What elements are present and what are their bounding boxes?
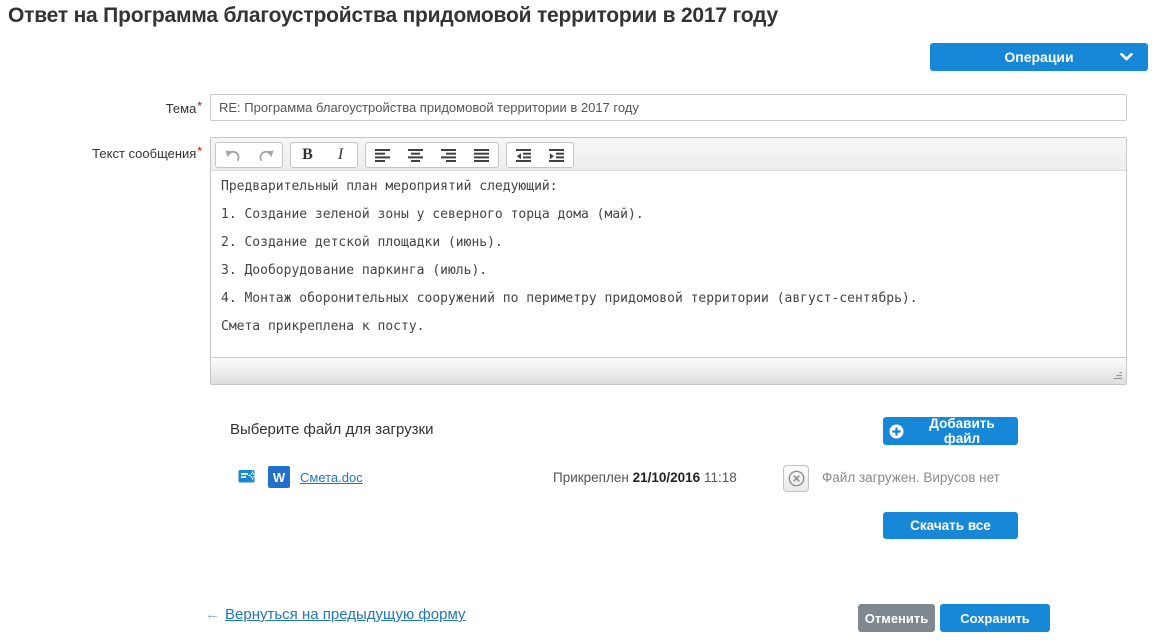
toolbar-group-style: B I: [290, 142, 358, 168]
upload-prompt: Выберите файл для загрузки: [230, 421, 433, 438]
operations-button-label: Операции: [1004, 49, 1073, 65]
justify-button[interactable]: [465, 143, 498, 167]
bold-button[interactable]: B: [291, 143, 324, 167]
required-asterisk: *: [197, 144, 202, 158]
subject-label: Тема*: [0, 101, 202, 116]
page-title: Ответ на Программа благоустройства придо…: [8, 4, 778, 28]
indent-icon: [549, 149, 564, 162]
cancel-button[interactable]: Отменить: [858, 604, 935, 632]
align-right-button[interactable]: [432, 143, 465, 167]
align-left-icon: [375, 149, 390, 162]
back-link-row: ← Вернуться на предыдущую форму: [205, 606, 465, 623]
redo-button[interactable]: [249, 143, 282, 167]
back-to-previous-form-link[interactable]: Вернуться на предыдущую форму: [225, 606, 465, 623]
editor-toolbar: B I: [211, 138, 1126, 171]
undo-button[interactable]: [216, 143, 249, 167]
toolbar-group-indent: [506, 142, 574, 168]
download-all-button-label: Скачать все: [910, 518, 991, 533]
align-left-button[interactable]: [366, 143, 399, 167]
required-asterisk: *: [197, 99, 202, 113]
virus-scan-icon: [238, 468, 258, 485]
chevron-down-icon: [1120, 53, 1133, 61]
word-file-icon: W: [268, 466, 290, 488]
save-button[interactable]: Сохранить: [940, 604, 1050, 632]
editor-paragraph: 1. Создание зеленой зоны у северного тор…: [221, 206, 1116, 223]
plus-circle-icon: [889, 424, 904, 439]
editor-paragraph: 3. Дооборудование паркинга (июль).: [221, 262, 1116, 279]
rich-text-editor: B I: [210, 137, 1127, 385]
outdent-icon: [516, 149, 531, 162]
file-attached-time: 11:18: [704, 470, 737, 485]
file-status-text: Файл загружен. Вирусов нет: [822, 470, 1000, 485]
undo-icon: [225, 149, 241, 162]
download-all-button[interactable]: Скачать все: [883, 512, 1018, 539]
italic-button[interactable]: I: [324, 143, 357, 167]
redo-icon: [258, 149, 274, 162]
align-center-icon: [408, 149, 423, 162]
resize-grip-icon[interactable]: [1112, 370, 1122, 380]
circle-x-icon: [788, 470, 805, 487]
editor-paragraph: 2. Создание детской площадки (июнь).: [221, 234, 1116, 251]
cancel-button-label: Отменить: [865, 611, 929, 626]
subject-input[interactable]: [210, 94, 1127, 121]
align-center-button[interactable]: [399, 143, 432, 167]
add-file-button[interactable]: Добавить файл: [883, 417, 1018, 445]
align-right-icon: [441, 149, 456, 162]
indent-button[interactable]: [540, 143, 573, 167]
editor-paragraph: 4. Монтаж оборонительных сооружений по п…: [221, 290, 1116, 307]
message-label: Текст сообщения*: [0, 146, 202, 161]
editor-paragraph: Предварительный план мероприятий следующ…: [221, 178, 1116, 195]
message-body-editor[interactable]: Предварительный план мероприятий следующ…: [211, 171, 1126, 357]
toolbar-group-align: [365, 142, 499, 168]
editor-paragraph: Смета прикреплена к посту.: [221, 318, 1116, 335]
italic-icon: I: [338, 147, 343, 163]
outdent-button[interactable]: [507, 143, 540, 167]
operations-button[interactable]: Операции: [930, 43, 1148, 71]
add-file-button-label: Добавить файл: [912, 416, 1012, 446]
remove-file-button[interactable]: [783, 465, 809, 492]
save-button-label: Сохранить: [960, 611, 1030, 626]
file-attached-info: Прикреплен 21/10/2016 11:18: [553, 470, 737, 485]
file-name-link[interactable]: Смета.doc: [300, 470, 363, 485]
toolbar-group-history: [215, 142, 283, 168]
bold-icon: B: [302, 147, 313, 163]
reply-form-page: Ответ на Программа благоустройства придо…: [0, 0, 1156, 643]
file-attached-date: 21/10/2016: [633, 470, 701, 485]
editor-statusbar: [211, 357, 1126, 384]
justify-icon: [474, 149, 489, 162]
back-arrow-icon: ←: [205, 606, 220, 623]
